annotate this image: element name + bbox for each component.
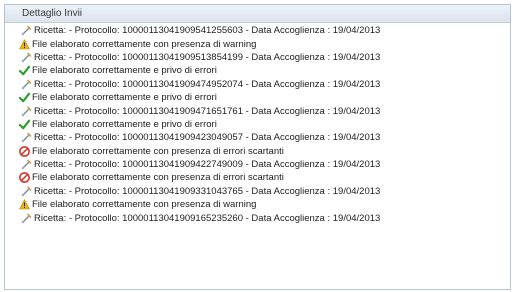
row-text: Ricetta: - Protocollo: 10000113041909474… xyxy=(34,78,381,90)
row-text: File elaborato correttamente con presenz… xyxy=(32,172,284,184)
status-row[interactable]: File elaborato correttamente e privo di … xyxy=(5,118,510,131)
row-text: Ricetta: - Protocollo: 10000113041909331… xyxy=(34,185,381,197)
checkmark-icon xyxy=(19,119,30,130)
status-row[interactable]: File elaborato correttamente con presenz… xyxy=(5,198,510,211)
ricetta-row[interactable]: Ricetta: - Protocollo: 10000113041909331… xyxy=(5,185,510,198)
ricetta-row[interactable]: Ricetta: - Protocollo: 10000113041909423… xyxy=(5,131,510,144)
ricetta-icon xyxy=(21,213,32,224)
ricetta-row[interactable]: Ricetta: - Protocollo: 10000113041909541… xyxy=(5,24,510,37)
ricetta-icon xyxy=(21,79,32,90)
warning-icon xyxy=(19,38,30,50)
warning-icon xyxy=(19,199,30,210)
ricetta-icon xyxy=(21,25,32,36)
ricetta-icon xyxy=(21,186,32,197)
status-row[interactable]: File elaborato correttamente e privo di … xyxy=(5,64,510,77)
status-row[interactable]: File elaborato correttamente con presenz… xyxy=(5,145,510,158)
row-text: Ricetta: - Protocollo: 10000113041909423… xyxy=(34,132,381,144)
ricetta-icon xyxy=(21,106,32,117)
checkmark-icon xyxy=(19,92,30,103)
ricetta-icon xyxy=(21,159,32,170)
row-text: File elaborato correttamente con presenz… xyxy=(32,145,284,157)
dettaglio-invii-panel: Dettaglio Invii Ricetta: - Protocollo: 1… xyxy=(4,4,511,290)
ricetta-row[interactable]: Ricetta: - Protocollo: 10000113041909422… xyxy=(5,158,510,171)
ricetta-row[interactable]: Ricetta: - Protocollo: 10000113041909474… xyxy=(5,78,510,91)
ricetta-row[interactable]: Ricetta: - Protocollo: 10000113041909513… xyxy=(5,51,510,64)
row-text: File elaborato correttamente e privo di … xyxy=(32,92,217,104)
row-text: File elaborato correttamente con presenz… xyxy=(32,199,257,211)
panel-header: Dettaglio Invii xyxy=(5,5,510,23)
status-row[interactable]: File elaborato correttamente con presenz… xyxy=(5,37,510,50)
row-text: Ricetta: - Protocollo: 10000113041909471… xyxy=(34,105,381,117)
error-icon xyxy=(19,172,30,184)
status-row[interactable]: File elaborato correttamente e privo di … xyxy=(5,91,510,104)
row-text: Ricetta: - Protocollo: 10000113041909422… xyxy=(34,159,381,171)
row-text: File elaborato correttamente con presenz… xyxy=(32,38,257,50)
ricetta-icon xyxy=(21,52,32,63)
ricetta-row[interactable]: Ricetta: - Protocollo: 10000113041909165… xyxy=(5,211,510,224)
row-text: Ricetta: - Protocollo: 10000113041909165… xyxy=(34,212,381,224)
ricetta-row[interactable]: Ricetta: - Protocollo: 10000113041909471… xyxy=(5,104,510,117)
ricetta-icon xyxy=(21,132,32,143)
error-icon xyxy=(19,145,30,157)
row-text: Ricetta: - Protocollo: 10000113041909513… xyxy=(34,51,381,63)
checkmark-icon xyxy=(19,65,30,76)
status-row[interactable]: File elaborato correttamente con presenz… xyxy=(5,171,510,184)
row-text: Ricetta: - Protocollo: 10000113041909541… xyxy=(34,25,381,37)
invii-list: Ricetta: - Protocollo: 10000113041909541… xyxy=(5,23,510,225)
row-text: File elaborato correttamente e privo di … xyxy=(32,65,217,77)
row-text: File elaborato correttamente e privo di … xyxy=(32,118,217,130)
